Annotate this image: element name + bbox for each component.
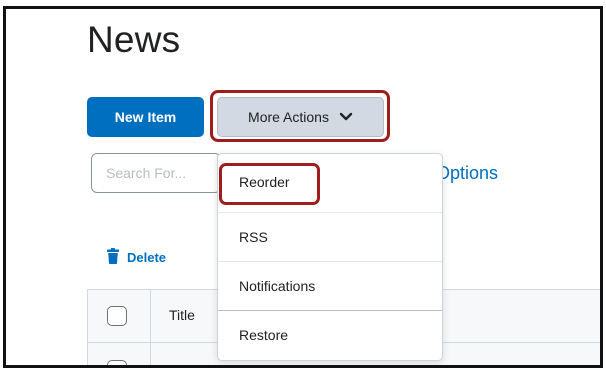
menu-item-notifications[interactable]: Notifications [218,261,442,309]
row-checkbox[interactable] [107,360,127,365]
more-actions-highlight [210,90,390,142]
new-item-button[interactable]: New Item [87,97,204,137]
select-all-checkbox[interactable] [107,306,127,326]
column-header-title[interactable]: Title [169,307,195,323]
delete-button[interactable]: Delete [107,248,166,267]
trash-icon [107,248,119,267]
checkbox-column [87,290,151,365]
options-link[interactable]: Options [436,163,498,184]
delete-label: Delete [127,250,167,265]
screenshot-frame: News New Item More Actions Options Delet… [3,6,603,368]
menu-item-restore[interactable]: Restore [218,310,442,358]
page-title: News [87,19,181,60]
menu-item-rss[interactable]: RSS [218,212,442,260]
search-input[interactable] [91,153,221,193]
reorder-highlight [219,163,320,205]
